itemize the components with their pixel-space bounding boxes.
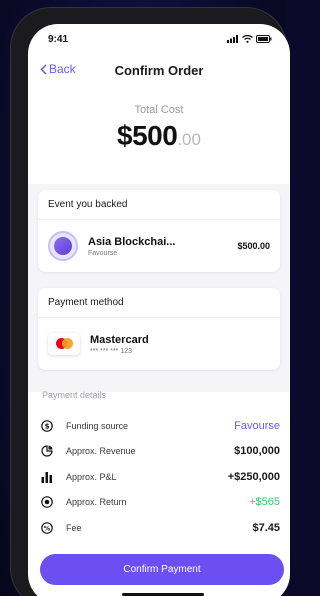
detail-value: Favourse: [234, 419, 280, 432]
battery-icon: [256, 35, 272, 43]
dollar-circle-icon: $: [40, 419, 54, 433]
cards-section: Event you backed Asia Blockchai... Favou…: [28, 184, 290, 392]
status-time: 9:41: [48, 33, 69, 45]
app-screen: 9:41 Back Confirm Order Total Cost $500.…: [28, 24, 290, 596]
detail-value: +$565: [249, 496, 280, 509]
detail-label: Approx. P&L: [66, 471, 117, 482]
total-cost-amount: $500.00: [28, 120, 290, 152]
detail-label: Funding source: [66, 420, 129, 431]
chevron-left-icon: [40, 63, 47, 75]
mastercard-icon: [48, 333, 80, 355]
navigation-bar: Back Confirm Order: [28, 60, 290, 80]
payment-details-list: $ Funding source Favourse Approx. Revenu…: [40, 413, 280, 541]
status-bar: 9:41: [28, 24, 290, 54]
total-cost-label: Total Cost: [134, 104, 184, 116]
svg-text:$: $: [45, 422, 50, 430]
detail-value: +$250,000: [227, 470, 280, 483]
confirm-payment-button[interactable]: Confirm Payment: [40, 554, 284, 585]
detail-row-return: Approx. Return +$565: [40, 490, 280, 516]
detail-row-funding-source: $ Funding source Favourse: [40, 413, 280, 439]
detail-row-pnl: Approx. P&L +$250,000: [40, 464, 280, 490]
detail-row-fee: % Fee $7.45: [40, 515, 280, 541]
back-label: Back: [49, 62, 76, 76]
total-cost-cents: .00: [177, 130, 201, 149]
event-card-title: Event you backed: [38, 190, 280, 220]
svg-text:%: %: [44, 524, 51, 532]
bar-chart-icon: [40, 470, 54, 484]
pie-chart-icon: [40, 444, 54, 458]
wifi-icon: [242, 35, 253, 43]
total-cost-main: $500: [117, 120, 178, 151]
detail-label: Approx. Revenue: [66, 446, 136, 457]
event-amount: $500.00: [237, 241, 270, 251]
payment-method-title: Payment method: [38, 288, 280, 318]
detail-label: Fee: [66, 522, 82, 533]
detail-row-revenue: Approx. Revenue $100,000: [40, 439, 280, 465]
payment-method-card: Payment method Mastercard *** *** *** 12…: [38, 288, 280, 370]
payment-method-row[interactable]: Mastercard *** *** *** 123: [38, 318, 280, 370]
project-logo-icon: [48, 231, 78, 261]
card-number: *** *** *** 123: [90, 347, 133, 355]
detail-label: Approx. Return: [66, 497, 127, 508]
percent-icon: %: [40, 521, 54, 535]
detail-value: $7.45: [252, 521, 280, 534]
payment-method-name: Mastercard: [90, 333, 149, 346]
event-subtitle: Favourse: [88, 249, 118, 257]
target-icon: [40, 495, 54, 509]
event-name: Asia Blockchai...: [88, 235, 176, 248]
event-row[interactable]: Asia Blockchai... Favourse $500.00: [38, 220, 280, 272]
payment-details-title: Payment details: [42, 390, 107, 400]
signal-icon: [227, 35, 238, 43]
phone-frame: 9:41 Back Confirm Order Total Cost $500.…: [11, 8, 290, 596]
status-icons: [227, 35, 272, 43]
detail-value: $100,000: [234, 445, 280, 458]
page-title: Confirm Order: [114, 62, 204, 78]
back-button[interactable]: Back: [40, 62, 76, 76]
event-card: Event you backed Asia Blockchai... Favou…: [38, 190, 280, 272]
